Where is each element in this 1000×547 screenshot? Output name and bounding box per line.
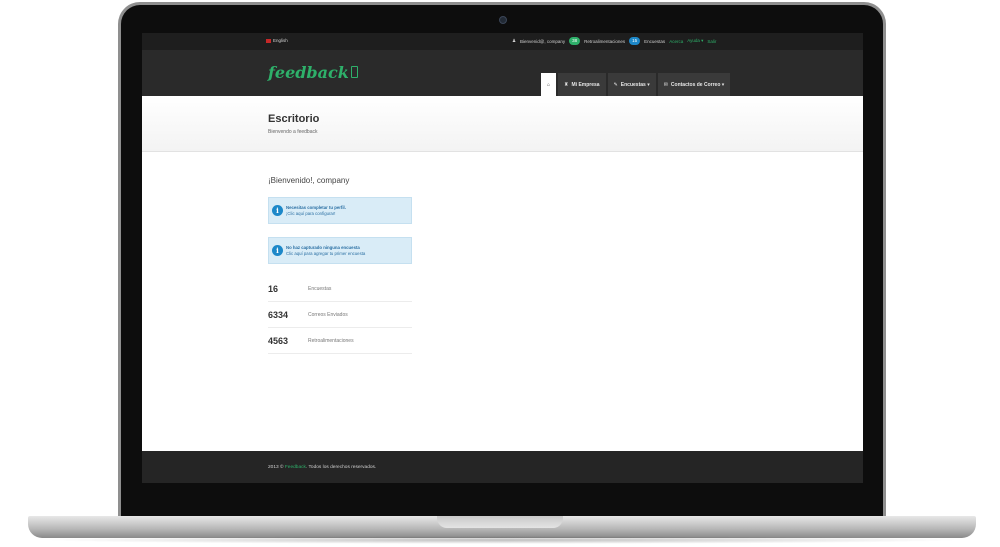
page-subtitle: Bienvendo a feedback: [268, 129, 318, 135]
alert-text: Necesitas completar tu perfil. ¡Clic aqu…: [286, 205, 346, 217]
stat-value: 6334: [268, 309, 289, 320]
nav-tabs: ⌂ ♜ Mi Empresa ✎ Encuestas ▾ ✉ Contactos…: [541, 73, 731, 96]
feedback-link[interactable]: Retroalimentaciones: [584, 39, 625, 44]
camera-icon: [499, 16, 507, 24]
stat-value: 16: [268, 283, 279, 294]
alert-text: No haz capturado ninguna encuesta Clic a…: [286, 245, 365, 257]
about-link[interactable]: Acerca: [669, 39, 683, 44]
navbar: feedback ⌂ ♜ Mi Empresa ✎ Encuestas ▾ ✉ …: [142, 50, 863, 96]
logo[interactable]: feedback: [268, 63, 358, 82]
screen: English ♟ Bienvenid@, company 38 Retroal…: [142, 33, 863, 483]
page-title: Escritorio: [268, 113, 320, 125]
language-label: English: [273, 38, 288, 43]
footer: 2013 © Feedback. Todos los derechos rese…: [142, 451, 863, 483]
exit-link[interactable]: Salir: [707, 39, 716, 44]
footer-brand-link[interactable]: Feedback: [285, 465, 306, 470]
stat-label: Correos Enviados: [308, 311, 348, 318]
phone-icon: [350, 66, 358, 78]
edit-icon: ✎: [613, 81, 618, 88]
page-header: Escritorio Bienvendo a feedback: [142, 96, 863, 152]
logo-text: feedback: [268, 63, 349, 82]
stat-row: 6334 Correos Enviados: [268, 302, 412, 328]
stats-list: 16 Encuestas 6334 Correos Enviados 4563 …: [268, 276, 412, 354]
tab-my-company[interactable]: ♜ Mi Empresa: [558, 73, 606, 96]
tab-home[interactable]: ⌂: [541, 73, 557, 96]
user-menu: ♟ Bienvenid@, company 38 Retroalimentaci…: [512, 37, 716, 45]
profile-alert[interactable]: i Necesitas completar tu perfil. ¡Clic a…: [268, 197, 412, 224]
stat-row: 4563 Retroalimentaciones: [268, 328, 412, 354]
surveys-count-badge: 15: [629, 37, 641, 45]
stat-value: 4563: [268, 335, 289, 346]
welcome-user-link[interactable]: Bienvenid@, company: [520, 39, 565, 44]
tab-mail-contacts[interactable]: ✉ Contactos de Correo ▾: [657, 73, 731, 96]
stat-label: Encuestas: [308, 285, 332, 292]
alert-link[interactable]: ¡Clic aquí para configurar!: [286, 211, 335, 216]
tab-surveys[interactable]: ✎ Encuestas ▾: [607, 73, 656, 96]
company-icon: ♜: [564, 81, 569, 88]
footer-text: 2013 © Feedback. Todos los derechos rese…: [268, 465, 376, 470]
tab-my-company-label: Mi Empresa: [571, 81, 600, 88]
mail-icon: ✉: [663, 81, 668, 88]
help-link[interactable]: Ayuda ▾: [687, 38, 703, 44]
language-selector[interactable]: English: [266, 38, 288, 43]
laptop-shadow: [40, 536, 964, 544]
welcome-message: ¡Bienvenido!, company: [268, 176, 350, 185]
stat-label: Retroalimentaciones: [308, 337, 354, 344]
user-icon: ♟: [512, 38, 517, 43]
footer-prefix: 2013 ©: [268, 465, 285, 470]
tab-mail-contacts-label: Contactos de Correo ▾: [670, 81, 725, 88]
top-bar: English ♟ Bienvenid@, company 38 Retroal…: [142, 33, 863, 50]
survey-alert[interactable]: i No haz capturado ninguna encuesta Clic…: [268, 237, 412, 264]
home-icon: ⌂: [547, 81, 551, 88]
footer-suffix: . Todos los derechos reservados.: [305, 465, 377, 470]
tab-surveys-label: Encuestas ▾: [620, 81, 650, 88]
info-icon: i: [272, 245, 283, 256]
flag-icon: [266, 38, 271, 43]
info-icon: i: [272, 205, 283, 216]
laptop-notch: [437, 516, 563, 528]
surveys-link[interactable]: Encuestas: [644, 39, 665, 44]
stat-row: 16 Encuestas: [268, 276, 412, 302]
feedback-count-badge: 38: [569, 37, 581, 45]
alert-link[interactable]: Clic aquí para agregar tu primer encuest…: [286, 251, 365, 256]
